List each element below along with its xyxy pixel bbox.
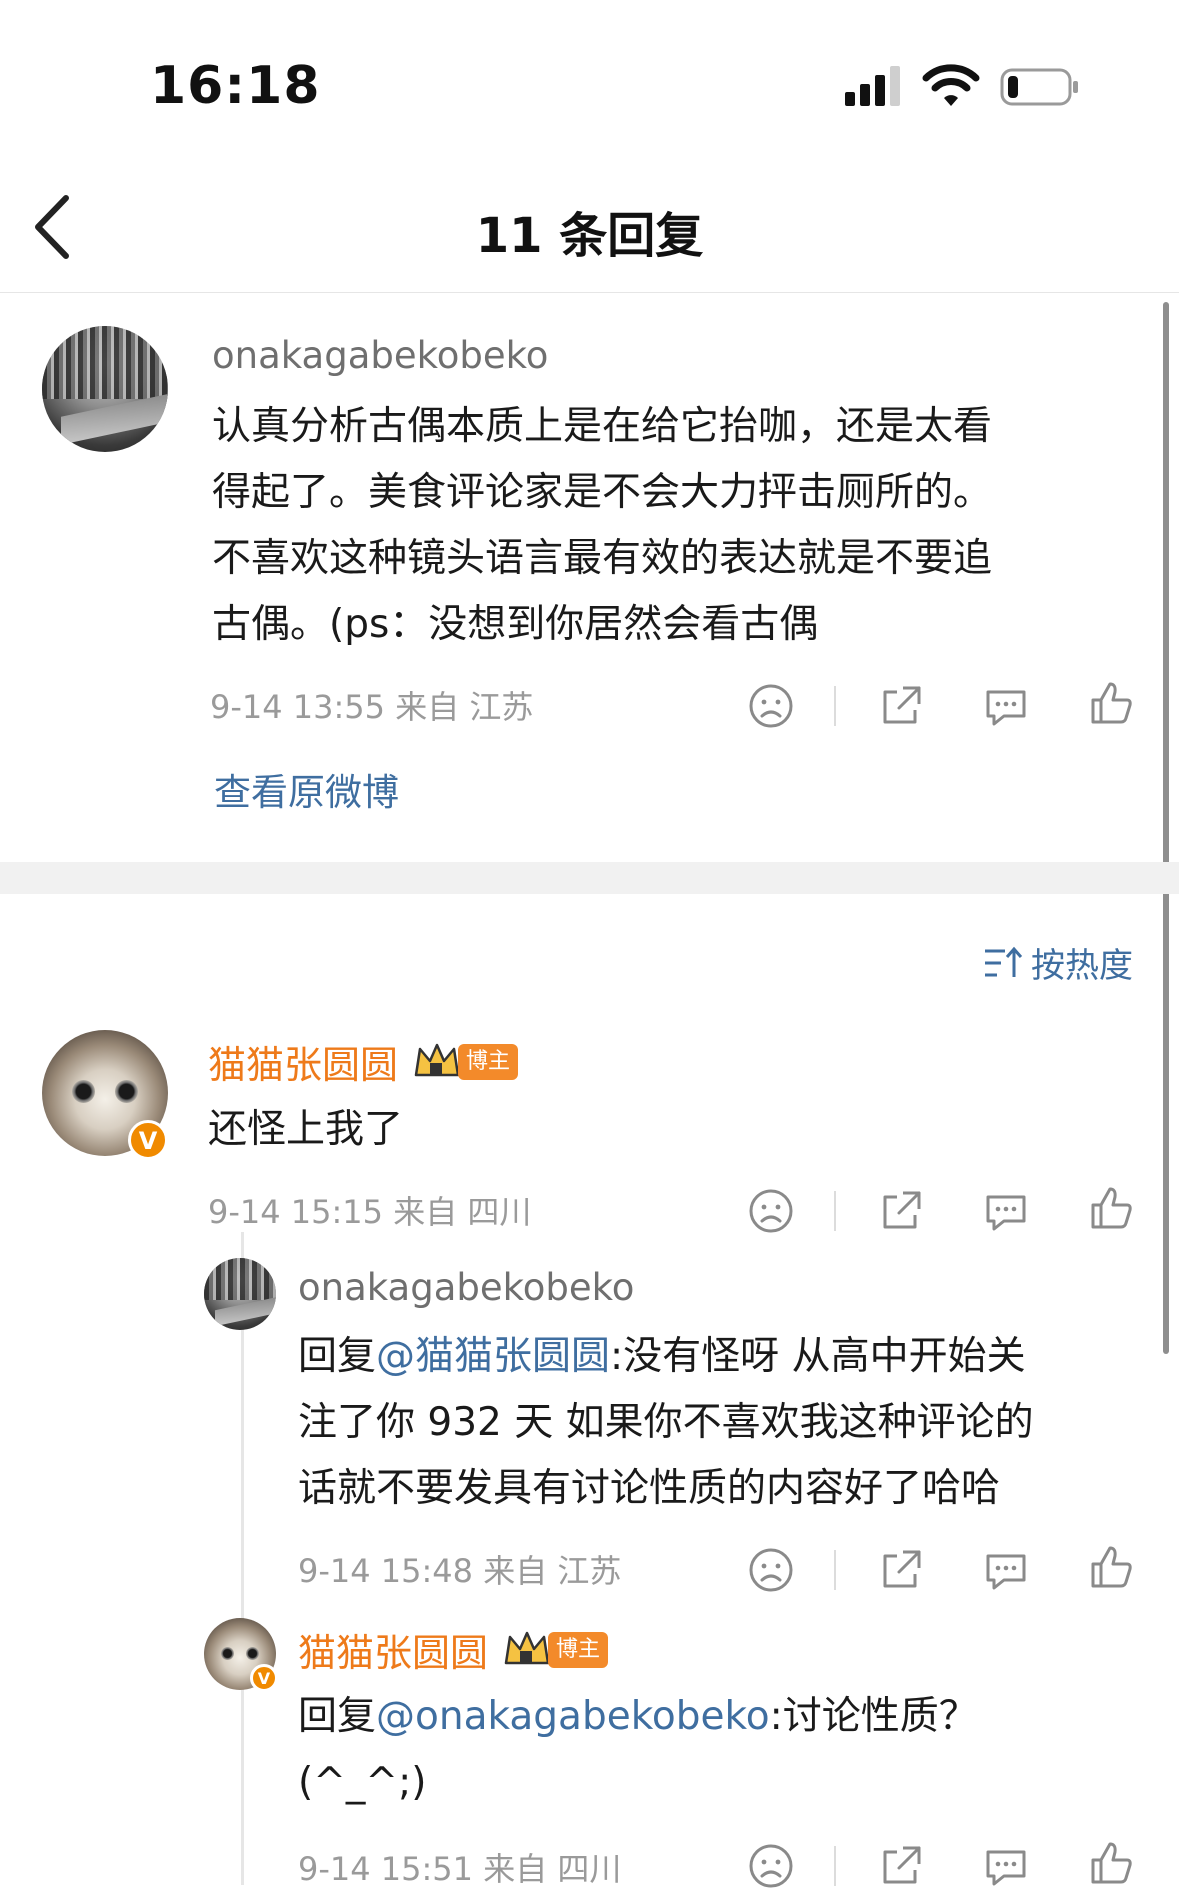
action-divider [834, 1550, 836, 1590]
sort-toggle[interactable]: 按热度 [983, 938, 1133, 987]
reply-line: 话就不要发具有讨论性质的内容好了哈哈 [298, 1466, 1001, 1511]
action-divider [834, 1191, 836, 1231]
action-divider [834, 1846, 836, 1886]
comment-icon[interactable] [980, 680, 1032, 732]
sad-face-icon[interactable] [745, 1544, 797, 1596]
mention-link[interactable]: @猫猫张圆圆 [376, 1334, 610, 1379]
comment-line: 得起了。美食评论家是不会大力抨击厕所的。 [212, 470, 993, 515]
reply-username[interactable]: 猫猫张圆圆 [298, 1622, 488, 1677]
section-divider [0, 862, 1179, 894]
reply-header: 猫猫张圆圆 博主 [298, 1622, 609, 1677]
comment-meta: 9-14 13:55 来自 江苏 [210, 688, 534, 726]
sort-label: 按热度 [1031, 946, 1133, 986]
blogger-badge: 博主 [502, 1630, 609, 1670]
share-icon[interactable] [875, 680, 927, 732]
cellular-signal-icon [845, 66, 900, 106]
comment-icon[interactable] [980, 1185, 1032, 1237]
badge-label: 博主 [548, 1631, 609, 1668]
reply-username[interactable]: onakagabekobeko [298, 1266, 634, 1309]
battery-icon [1000, 68, 1078, 106]
wifi-icon [922, 64, 980, 106]
sad-face-icon[interactable] [745, 1840, 797, 1892]
comment-text: 认真分析古偶本质上是在给它抬咖，还是太看 得起了。美食评论家是不会大力抨击厕所的… [212, 394, 1132, 658]
sort-icon [985, 946, 1023, 977]
blogger-badge: 博主 [412, 1042, 519, 1082]
reply-meta: 9-14 15:15 来自 四川 [208, 1193, 532, 1231]
share-icon[interactable] [875, 1544, 927, 1596]
reply-line: 注了你 932 天 如果你不喜欢我这种评论的 [298, 1400, 1034, 1445]
share-icon[interactable] [875, 1185, 927, 1237]
reply-text: 还怪上我了 [208, 1107, 404, 1152]
reply-prefix: 回复 [298, 1694, 377, 1739]
crown-icon [504, 1631, 550, 1664]
reply-text: 回复@onakagabekobeko:讨论性质？ (^_^;) [298, 1684, 1158, 1816]
status-time: 16:18 [150, 56, 321, 116]
comment-username[interactable]: onakagabekobeko [212, 334, 548, 377]
view-original-link[interactable]: 查看原微博 [214, 762, 399, 816]
sad-face-icon[interactable] [745, 1185, 797, 1237]
page-title: 11 条回复 [475, 208, 704, 264]
reply-text: 回复@猫猫张圆圆:没有怪呀 从高中开始关 注了你 932 天 如果你不喜欢我这种… [298, 1324, 1158, 1522]
reply-username[interactable]: 猫猫张圆圆 [208, 1034, 398, 1089]
comment-line: 不喜欢这种镜头语言最有效的表达就是不要追 [212, 536, 993, 581]
comment-line: 认真分析古偶本质上是在给它抬咖，还是太看 [212, 404, 993, 449]
reply-line: (^_^;) [298, 1760, 427, 1805]
share-icon[interactable] [875, 1840, 927, 1892]
crown-icon [414, 1043, 460, 1076]
header-divider [0, 292, 1179, 293]
reply-prefix: 回复 [298, 1334, 377, 1379]
reply-line: :没有怪呀 从高中开始关 [610, 1334, 1026, 1379]
verified-badge-icon: V [250, 1664, 278, 1692]
sad-face-icon[interactable] [745, 680, 797, 732]
reply-line: :讨论性质？ [769, 1694, 978, 1739]
comment-icon[interactable] [980, 1544, 1032, 1596]
action-divider [834, 686, 836, 726]
thumbs-up-icon[interactable] [1085, 1183, 1137, 1235]
comment-icon[interactable] [980, 1840, 1032, 1892]
verified-badge-icon: V [128, 1120, 168, 1160]
avatar[interactable] [42, 326, 168, 452]
thumbs-up-icon[interactable] [1085, 678, 1137, 730]
avatar[interactable] [204, 1258, 276, 1330]
mention-link[interactable]: @onakagabekobeko [376, 1694, 770, 1739]
scrollbar[interactable] [1163, 302, 1169, 1354]
comment-line: 古偶。(ps：没想到你居然会看古偶 [212, 602, 819, 647]
reply-meta: 9-14 15:51 来自 四川 [298, 1850, 622, 1888]
thumbs-up-icon[interactable] [1085, 1838, 1137, 1890]
reply-meta: 9-14 15:48 来自 江苏 [298, 1552, 622, 1590]
reply-header: 猫猫张圆圆 博主 [208, 1034, 519, 1089]
badge-label: 博主 [458, 1043, 519, 1080]
thumbs-up-icon[interactable] [1085, 1542, 1137, 1594]
